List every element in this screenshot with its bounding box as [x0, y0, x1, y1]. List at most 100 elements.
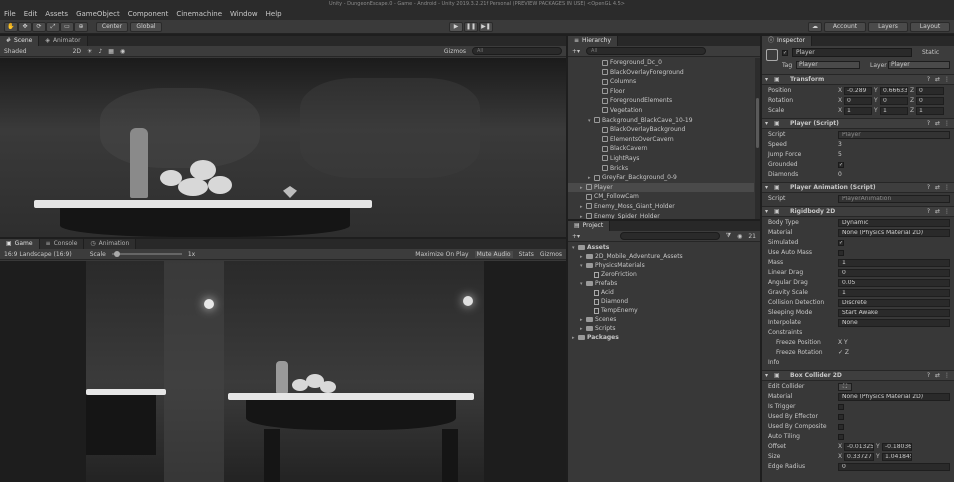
preset-icon[interactable]: ⇄ [935, 119, 940, 129]
menu-component[interactable]: Component [128, 10, 169, 18]
axis-field-z[interactable]: Z0 [910, 97, 944, 105]
hierarchy-item[interactable]: ▾ Background_BlackCave_10-19 [568, 116, 754, 126]
property-checkbox[interactable] [838, 414, 844, 420]
property-field[interactable]: 0 [838, 269, 950, 277]
hierarchy-item[interactable]: ▸ Player [568, 182, 754, 193]
layout-dropdown[interactable]: Layout [910, 22, 950, 32]
property-field[interactable]: None [838, 319, 950, 327]
layer-dropdown[interactable]: Player [888, 61, 950, 69]
tab-inspector[interactable]: ⓘ Inspector [762, 36, 813, 46]
tab-project[interactable]: ▤ Project [568, 221, 611, 231]
gizmos-dropdown[interactable]: Gizmos [444, 48, 466, 55]
property-field[interactable]: Dynamic [838, 219, 950, 227]
component-header[interactable]: ▾ ▣ Rigidbody 2D? ⇄ ⋮ [762, 206, 954, 217]
axis-input[interactable]: 0 [844, 97, 872, 105]
tab-game[interactable]: ▣ Game [0, 239, 40, 249]
project-search-input[interactable] [619, 232, 720, 240]
preset-icon[interactable]: ⇄ [935, 75, 940, 85]
tag-dropdown[interactable]: Player [796, 61, 860, 69]
axis-field-y[interactable]: Y 1.041845 [876, 453, 912, 461]
help-icon[interactable]: ? [927, 119, 930, 129]
property-checkbox[interactable] [838, 434, 844, 440]
axis-input[interactable]: -0.18036 [882, 443, 912, 451]
axis-field-x[interactable]: X 0.33727 [838, 453, 874, 461]
hierarchy-item[interactable]: BlackCavern [568, 144, 754, 154]
property-value[interactable]: 5 [838, 150, 842, 160]
scale-slider-thumb[interactable] [113, 251, 120, 257]
hierarchy-item[interactable]: LightRays [568, 154, 754, 164]
hand-tool-button[interactable]: ✋ [4, 22, 18, 32]
eye-icon[interactable]: ◉ [737, 233, 742, 240]
project-item[interactable]: Diamond [568, 297, 760, 306]
property-value[interactable]: X Y [838, 338, 848, 348]
play-button[interactable]: ▶ [449, 22, 463, 32]
project-item[interactable]: ▾ PhysicsMaterials [568, 261, 760, 270]
property-field[interactable]: 0.05 [838, 279, 950, 287]
stats-toggle[interactable]: Stats [519, 251, 534, 258]
axis-field-z[interactable]: Z0 [910, 87, 944, 95]
property-field[interactable]: Start Awake [838, 309, 950, 317]
property-checkbox[interactable] [838, 250, 844, 256]
pause-button[interactable]: ❚❚ [464, 22, 478, 32]
scene-search-input[interactable]: All [472, 47, 562, 55]
menu-help[interactable]: Help [266, 10, 282, 18]
game-view[interactable] [86, 261, 484, 482]
property-value[interactable]: ✓ Z [838, 348, 849, 358]
lighting-icon[interactable]: ☀ [87, 48, 92, 55]
help-icon[interactable]: ? [927, 183, 930, 193]
property-checkbox[interactable] [838, 404, 844, 410]
object-name-field[interactable]: Player [792, 48, 912, 57]
axis-input[interactable]: 0 [880, 97, 908, 105]
project-add-button[interactable]: +▾ [572, 233, 580, 240]
menu-assets[interactable]: Assets [45, 10, 68, 18]
property-field[interactable]: Discrete [838, 299, 950, 307]
axis-input[interactable]: 0.66633 [880, 87, 908, 95]
hierarchy-item[interactable]: ElementsOverCavern [568, 135, 754, 145]
menu-edit[interactable]: Edit [24, 10, 38, 18]
property-value[interactable]: 0 [838, 170, 842, 180]
transform-tool-button[interactable]: ⊕ [74, 22, 88, 32]
project-item[interactable]: ▸ 2D_Mobile_Adventure_Assets [568, 252, 760, 261]
project-item[interactable]: ▾ Assets [568, 243, 760, 252]
scale-slider[interactable] [111, 251, 182, 257]
axis-input[interactable]: 1 [844, 107, 872, 115]
foldout-arrow-icon[interactable]: ▾ [765, 371, 768, 381]
tab-console[interactable]: ≡ Console [39, 239, 85, 249]
more-options-icon[interactable]: ⋮ [944, 119, 950, 129]
axis-field-z[interactable]: Z1 [910, 107, 944, 115]
project-item[interactable]: Acid [568, 288, 760, 297]
axis-input[interactable]: -0.01325 [844, 443, 874, 451]
cloud-icon[interactable]: ☁ [808, 22, 822, 32]
project-item[interactable]: ▸ Scenes [568, 315, 760, 324]
axis-field-y[interactable]: Y1 [874, 107, 908, 115]
hierarchy-item[interactable]: ▸ GreyFar_Background_0-9 [568, 173, 754, 183]
more-options-icon[interactable]: ⋮ [944, 207, 950, 217]
hierarchy-scrollbar[interactable] [755, 58, 760, 219]
property-value[interactable]: 3 [838, 140, 842, 150]
foldout-arrow-icon[interactable]: ▾ [765, 119, 768, 129]
more-options-icon[interactable]: ⋮ [944, 371, 950, 381]
preset-icon[interactable]: ⇄ [935, 207, 940, 217]
component-header[interactable]: ▾ ▣ Player Animation (Script)? ⇄ ⋮ [762, 182, 954, 193]
game-gizmos-dropdown[interactable]: Gizmos [540, 251, 562, 258]
tab-animator[interactable]: ◈ Animator [39, 36, 88, 46]
axis-input[interactable]: 1 [916, 107, 944, 115]
hierarchy-item[interactable]: ▸ Enemy_Spider_Holder [568, 212, 754, 219]
static-toggle[interactable]: Static [922, 49, 939, 56]
rect-tool-button[interactable]: ▭ [60, 22, 74, 32]
hierarchy-item[interactable]: ▸ Enemy_Moss_Giant_Holder [568, 202, 754, 212]
menu-cinemachine[interactable]: Cinemachine [176, 10, 222, 18]
hierarchy-item[interactable]: BlackOverlayForeground [568, 68, 754, 78]
tab-animation[interactable]: ◷ Animation [84, 239, 137, 249]
pivot-center-button[interactable]: Center [96, 22, 128, 32]
more-options-icon[interactable]: ⋮ [944, 75, 950, 85]
move-tool-button[interactable]: ✥ [18, 22, 32, 32]
player-sprite[interactable] [130, 128, 148, 198]
menu-file[interactable]: File [4, 10, 16, 18]
property-checkbox[interactable] [838, 424, 844, 430]
help-icon[interactable]: ? [927, 207, 930, 217]
hierarchy-item[interactable]: Floor [568, 87, 754, 97]
axis-field-x[interactable]: X -0.289 [838, 87, 872, 95]
preset-icon[interactable]: ⇄ [935, 371, 940, 381]
axis-field-x[interactable]: X1 [838, 107, 872, 115]
